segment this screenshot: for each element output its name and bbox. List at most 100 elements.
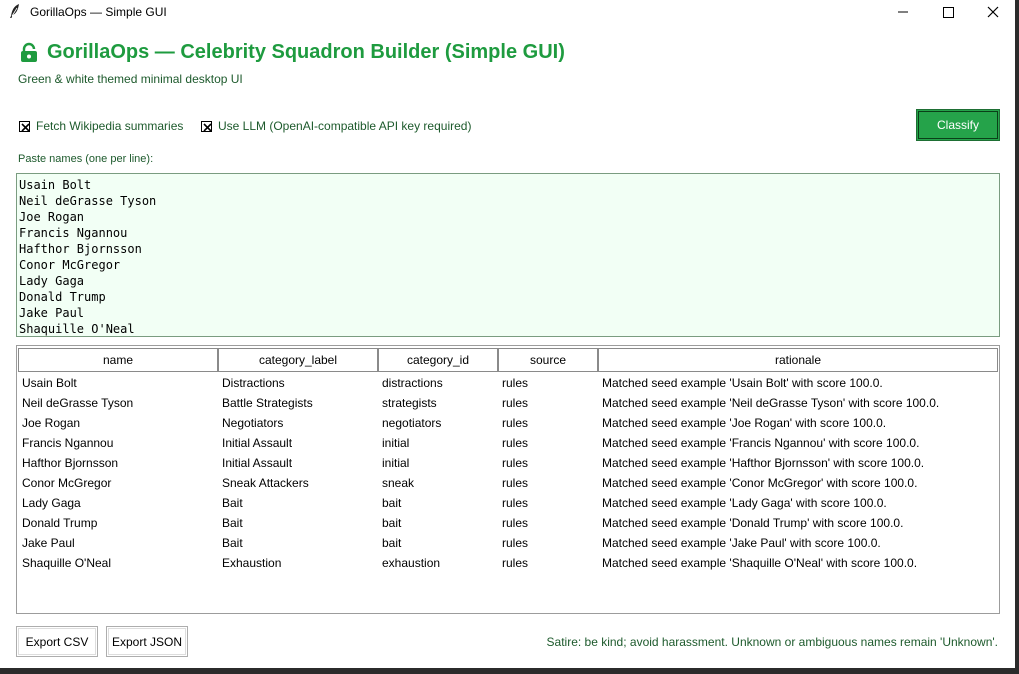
cell-rationale: Matched seed example 'Hafthor Bjornsson'… xyxy=(602,456,925,470)
cell-category-label: Initial Assault xyxy=(222,456,293,470)
cell-name: Neil deGrasse Tyson xyxy=(22,396,134,410)
close-icon xyxy=(987,6,999,18)
app-window: GorillaOps — Simple GUI GorillaOps — Cel… xyxy=(0,0,1015,668)
cell-category-label: Initial Assault xyxy=(222,436,293,450)
cell-category-id: bait xyxy=(382,536,402,550)
title-bar[interactable]: GorillaOps — Simple GUI xyxy=(0,0,1015,24)
cell-name: Joe Rogan xyxy=(22,416,81,430)
cell-rationale: Matched seed example 'Jake Paul' with sc… xyxy=(602,536,881,550)
cell-category-id: negotiators xyxy=(382,416,442,430)
fetch-wikipedia-label: Fetch Wikipedia summaries xyxy=(36,119,184,133)
cell-name: Conor McGregor xyxy=(22,476,112,490)
cell-category-label: Negotiators xyxy=(222,416,284,430)
cell-rationale: Matched seed example 'Usain Bolt' with s… xyxy=(602,376,883,390)
names-line: Usain Bolt xyxy=(19,178,92,192)
use-llm-label: Use LLM (OpenAI-compatible API key requi… xyxy=(218,119,472,133)
cell-source: rules xyxy=(502,536,529,550)
close-button[interactable] xyxy=(970,0,1016,24)
column-header-rationale[interactable]: rationale xyxy=(598,348,998,372)
table-row[interactable]: Neil deGrasse Tyson Battle Strategists str… xyxy=(17,393,999,413)
cell-category-id: bait xyxy=(382,496,402,510)
minimize-icon xyxy=(898,7,908,17)
cell-category-label: Bait xyxy=(222,536,243,550)
column-header-source[interactable]: source xyxy=(498,348,598,372)
export-json-button[interactable]: Export JSON xyxy=(106,626,188,657)
cell-category-id: exhaustion xyxy=(382,556,441,570)
cell-category-id: sneak xyxy=(382,476,415,490)
lock-icon xyxy=(18,42,40,64)
cell-rationale: Matched seed example 'Joe Rogan' with sc… xyxy=(602,416,887,430)
cell-category-label: Sneak Attackers xyxy=(222,476,309,490)
classify-button[interactable]: Classify xyxy=(916,109,1000,141)
cell-category-label: Distractions xyxy=(222,376,285,390)
maximize-button[interactable] xyxy=(925,0,971,24)
cell-name: Francis Ngannou xyxy=(22,436,114,450)
cell-name: Shaquille O'Neal xyxy=(22,556,112,570)
cell-category-id: initial xyxy=(382,456,410,470)
feather-icon xyxy=(8,3,22,19)
cell-category-id: bait xyxy=(382,516,402,530)
cell-name: Lady Gaga xyxy=(22,496,81,510)
checkbox-checked-icon[interactable] xyxy=(201,120,212,132)
cell-rationale: Matched seed example 'Donald Trump' with… xyxy=(602,516,904,530)
names-line: Donald Trump xyxy=(19,290,106,304)
cell-source: rules xyxy=(502,396,529,410)
satire-note: Satire: be kind; avoid harassment. Unkno… xyxy=(546,635,998,649)
table-row[interactable]: Lady Gaga Bait bait rules Matched seed examp… xyxy=(17,493,999,513)
cell-category-label: Exhaustion xyxy=(222,556,282,570)
table-row[interactable]: Usain Bolt Distractions distractions rules M… xyxy=(17,373,999,393)
cell-category-id: distractions xyxy=(382,376,443,390)
cell-source: rules xyxy=(502,456,529,470)
table-row[interactable]: Hafthor Bjornsson Initial Assault initial r… xyxy=(17,453,999,473)
column-header-category-label[interactable]: category_label xyxy=(218,348,378,372)
cell-source: rules xyxy=(502,516,529,530)
names-line: Francis Ngannou xyxy=(19,226,128,240)
cell-name: Hafthor Bjornsson xyxy=(22,456,119,470)
cell-rationale: Matched seed example 'Lady Gaga' with sc… xyxy=(602,496,887,510)
table-row[interactable]: Joe Rogan Negotiators negotiators rules Matc… xyxy=(17,413,999,433)
cell-rationale: Matched seed example 'Neil deGrasse Tyso… xyxy=(602,396,940,410)
cell-source: rules xyxy=(502,376,529,390)
cell-source: rules xyxy=(502,496,529,510)
names-line: Jake Paul xyxy=(19,306,85,320)
column-header-category-id[interactable]: category_id xyxy=(378,348,498,372)
names-input-label: Paste names (one per line): xyxy=(18,153,154,165)
cell-category-id: initial xyxy=(382,436,410,450)
results-table[interactable]: name category_label category_id source r… xyxy=(16,345,1000,614)
cell-rationale: Matched seed example 'Shaquille O'Neal' … xyxy=(602,556,918,570)
cell-name: Jake Paul xyxy=(22,536,75,550)
table-row[interactable]: Conor McGregor Sneak Attackers sneak rules M… xyxy=(17,473,999,493)
names-textarea[interactable]: Usain Bolt Neil deGrasse Tyson Joe Rogan Fr… xyxy=(16,173,1000,337)
names-line: Hafthor Bjornsson xyxy=(19,242,142,256)
table-row[interactable]: Donald Trump Bait bait rules Matched seed ex… xyxy=(17,513,999,533)
cell-rationale: Matched seed example 'Conor McGregor' wi… xyxy=(602,476,918,490)
table-row[interactable]: Shaquille O'Neal Exhaustion exhaustion rule… xyxy=(17,553,999,573)
checkbox-checked-icon[interactable] xyxy=(19,120,30,132)
minimize-button[interactable] xyxy=(880,0,926,24)
cell-source: rules xyxy=(502,556,529,570)
names-line: Neil deGrasse Tyson xyxy=(19,194,157,208)
cell-source: rules xyxy=(502,476,529,490)
use-llm-checkbox[interactable]: Use LLM (OpenAI-compatible API key requi… xyxy=(201,119,471,133)
page-title: GorillaOps — Celebrity Squadron Builder … xyxy=(47,41,565,63)
cell-rationale: Matched seed example 'Francis Ngannou' w… xyxy=(602,436,920,450)
cell-source: rules xyxy=(502,416,529,430)
column-header-name[interactable]: name xyxy=(18,348,218,372)
page-subtitle: Green & white themed minimal desktop UI xyxy=(18,72,243,86)
cell-category-label: Bait xyxy=(222,516,243,530)
names-line: Lady Gaga xyxy=(19,274,85,288)
cell-name: Donald Trump xyxy=(22,516,98,530)
fetch-wikipedia-checkbox[interactable]: Fetch Wikipedia summaries xyxy=(19,119,183,133)
cell-source: rules xyxy=(502,436,529,450)
export-csv-button[interactable]: Export CSV xyxy=(16,626,98,657)
names-line: Conor McGregor xyxy=(19,258,121,272)
cell-category-label: Bait xyxy=(222,496,243,510)
names-line: Shaquille O'Neal xyxy=(19,322,135,336)
table-row[interactable]: Jake Paul Bait bait rules Matched seed examp… xyxy=(17,533,999,553)
cell-category-id: strategists xyxy=(382,396,437,410)
cell-name: Usain Bolt xyxy=(22,376,77,390)
names-line: Joe Rogan xyxy=(19,210,85,224)
maximize-icon xyxy=(942,6,954,18)
table-row[interactable]: Francis Ngannou Initial Assault initial rul… xyxy=(17,433,999,453)
window-title: GorillaOps — Simple GUI xyxy=(30,5,167,19)
